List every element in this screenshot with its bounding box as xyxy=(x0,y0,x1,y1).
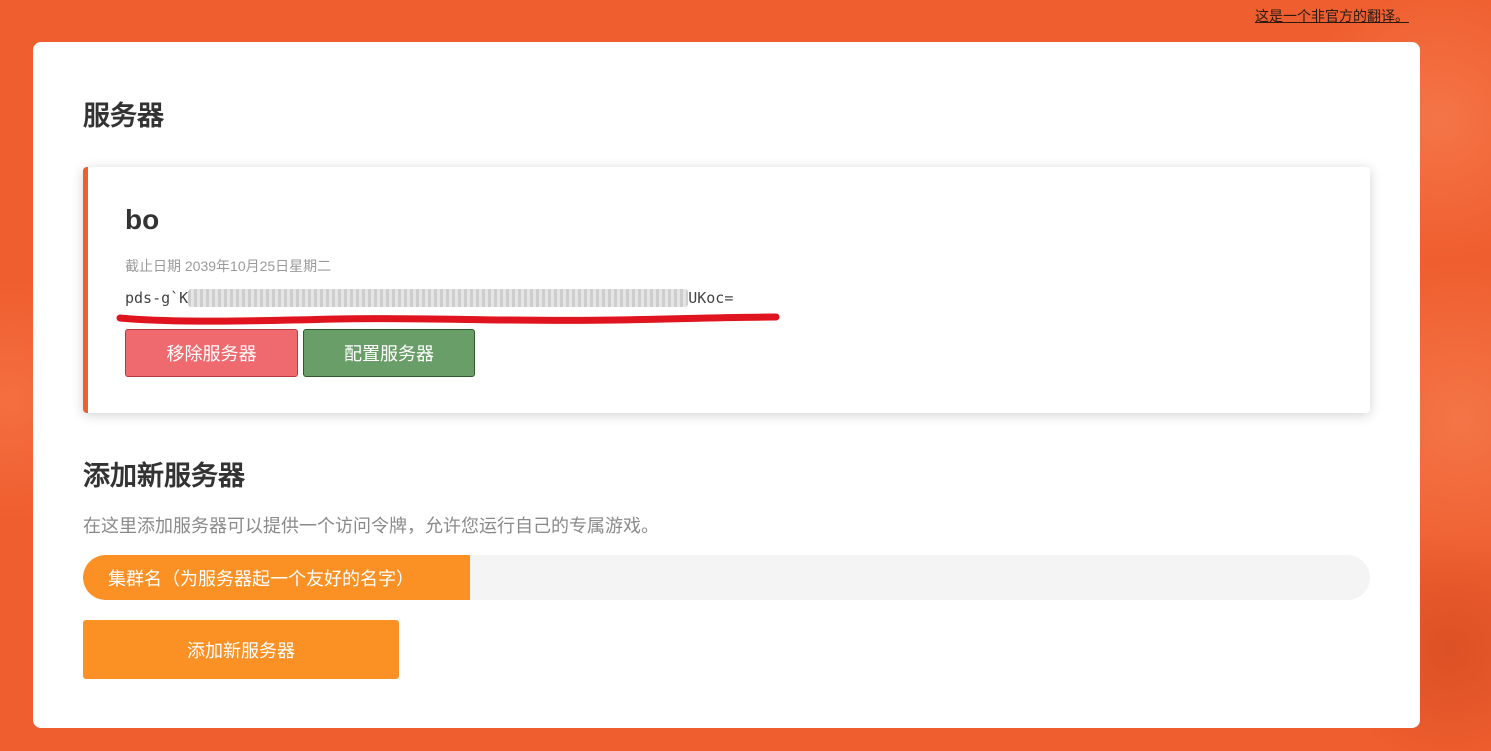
token-start: pds-g`K xyxy=(125,289,189,307)
add-server-description: 在这里添加服务器可以提供一个访问令牌，允许您运行自己的专属游戏。 xyxy=(83,516,659,536)
server-token: pds-g`K UKoc= xyxy=(125,289,733,307)
cluster-name-input[interactable] xyxy=(470,555,1370,600)
token-redacted-blur xyxy=(188,289,689,307)
add-server-title: 添加新服务器 xyxy=(83,461,245,491)
page-title: 服务器 xyxy=(83,101,164,131)
token-end: UKoc= xyxy=(688,289,734,307)
server-panel: bo 截止日期 2039年10月25日星期二 pds-g`K UKoc= 移除服务… xyxy=(83,167,1370,413)
unofficial-translation-link[interactable]: 这是一个非官方的翻译。 xyxy=(1255,6,1409,26)
main-card: 服务器 bo 截止日期 2039年10月25日星期二 pds-g`K UKoc= … xyxy=(33,42,1420,728)
add-server-button[interactable]: 添加新服务器 xyxy=(83,620,399,679)
server-name: bo xyxy=(125,204,160,235)
server-expiry-date: 截止日期 2039年10月25日星期二 xyxy=(125,258,332,274)
remove-server-button[interactable]: 移除服务器 xyxy=(125,329,298,377)
cluster-name-input-group: 集群名（为服务器起一个友好的名字） xyxy=(83,555,1370,600)
red-underline-annotation xyxy=(116,313,780,325)
cluster-name-label: 集群名（为服务器起一个友好的名字） xyxy=(83,555,470,600)
configure-server-button[interactable]: 配置服务器 xyxy=(303,329,475,377)
